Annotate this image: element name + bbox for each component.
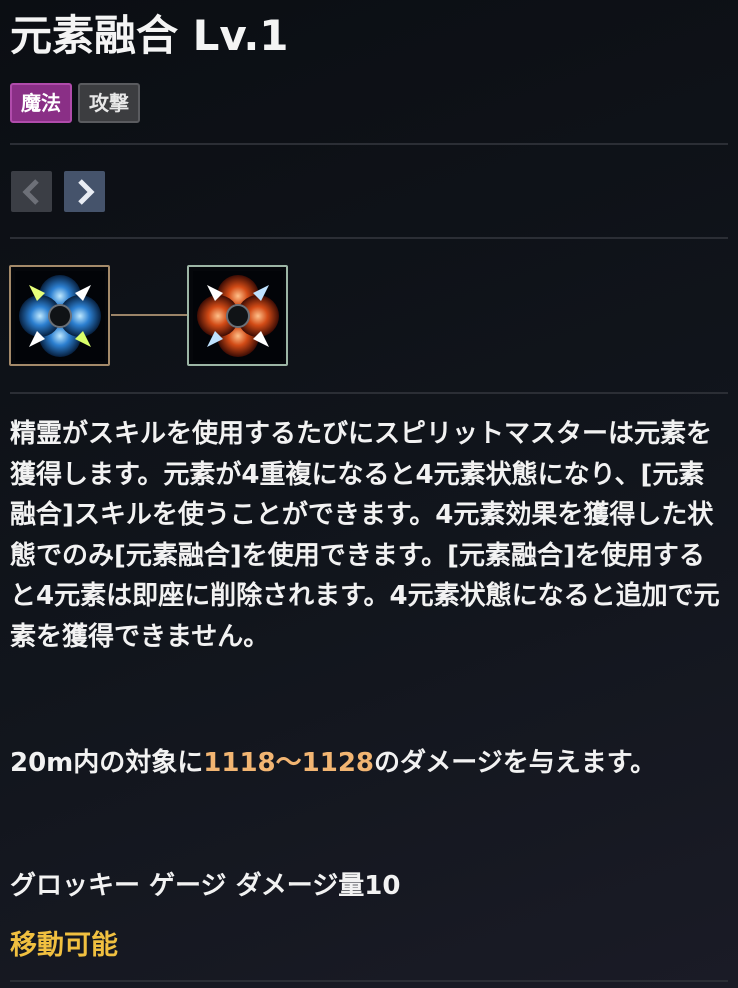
prev-button[interactable] — [11, 171, 52, 212]
skill-node-1[interactable] — [9, 265, 110, 366]
skill-node-2[interactable] — [187, 265, 288, 366]
divider — [10, 980, 728, 982]
divider — [10, 237, 728, 239]
tag-attack: 攻撃 — [78, 83, 140, 123]
damage-prefix: 20m内の対象に — [10, 748, 204, 778]
element-fusion-blue-icon — [14, 270, 105, 361]
element-fusion-red-icon — [192, 270, 283, 361]
skill-tree-connector — [111, 314, 187, 316]
level-nav — [11, 171, 105, 212]
chevron-left-icon — [21, 178, 39, 205]
divider — [10, 143, 728, 145]
tag-magic: 魔法 — [10, 83, 72, 123]
groggy-gauge-text: グロッキー ゲージ ダメージ量10 — [10, 871, 401, 901]
damage-value: 1118〜1128 — [203, 748, 375, 778]
next-button[interactable] — [64, 171, 105, 212]
damage-suffix: のダメージを与えます。 — [374, 748, 657, 778]
skill-tags: 魔法 攻撃 — [10, 83, 140, 123]
damage-text: 20m内の対象に1118〜1128のダメージを与えます。 — [10, 743, 730, 784]
skill-title: 元素融合 Lv.1 — [10, 11, 289, 60]
divider — [10, 392, 728, 394]
skill-description: 精霊がスキルを使用するたびにスピリットマスターは元素を獲得します。元素が4重複に… — [10, 419, 720, 652]
movable-text: 移動可能 — [10, 930, 118, 961]
chevron-right-icon — [77, 178, 95, 205]
